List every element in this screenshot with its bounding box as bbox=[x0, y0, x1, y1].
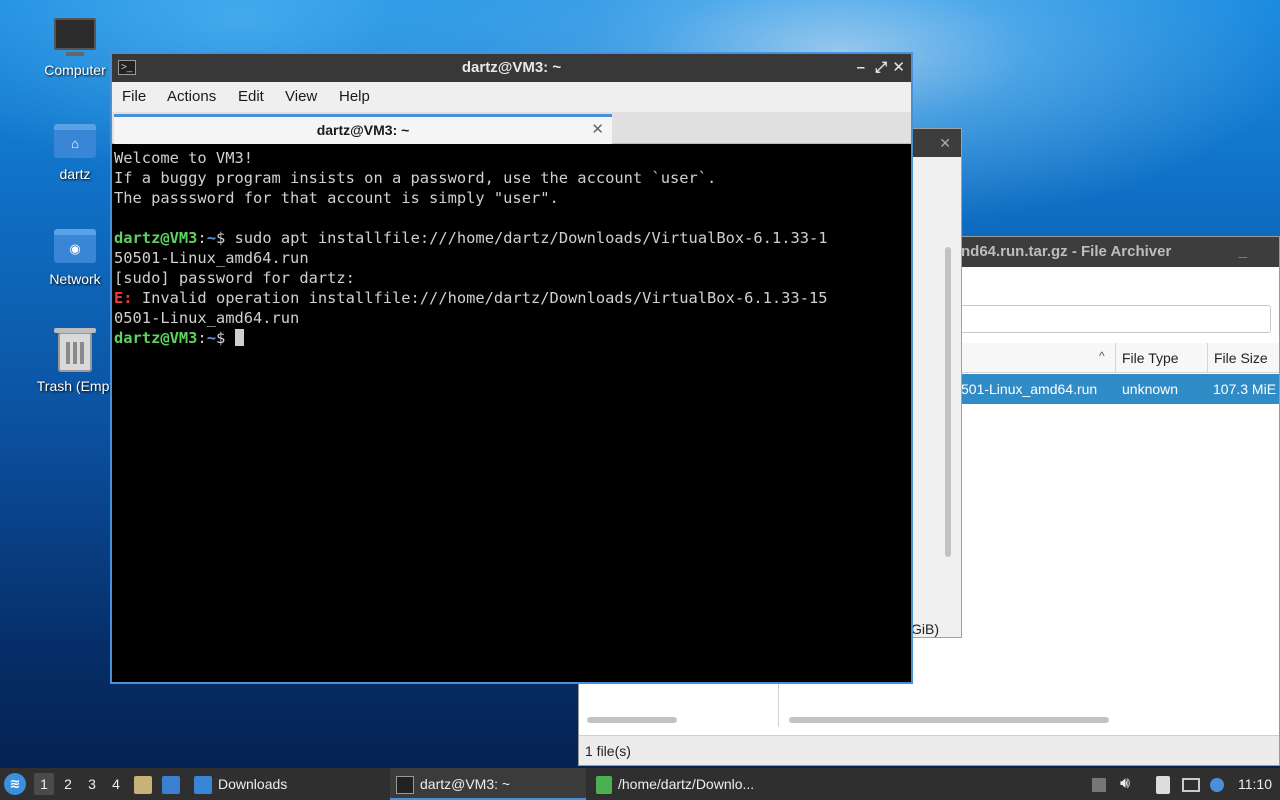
sidebar-scrollbar[interactable] bbox=[587, 717, 677, 723]
workspace-1[interactable]: 1 bbox=[34, 773, 54, 795]
window-title: dartz@VM3: ~ bbox=[461, 59, 562, 76]
window-titlebar[interactable]: ✕ bbox=[911, 129, 961, 157]
prompt-dollar: $ bbox=[215, 229, 226, 247]
terminal-line: Welcome to VM3! bbox=[114, 149, 253, 167]
menu-file[interactable]: File bbox=[122, 82, 146, 112]
terminal-prompt-line[interactable]: dartz@VM3:~$ bbox=[114, 328, 909, 348]
close-icon[interactable]: ✕ bbox=[892, 54, 905, 82]
archive-icon bbox=[596, 776, 612, 795]
computer-icon bbox=[54, 18, 96, 56]
text-cursor bbox=[234, 329, 244, 346]
volume-icon[interactable]: 🔊︎ bbox=[1120, 768, 1130, 800]
folder-icon bbox=[194, 776, 212, 795]
window-title: nd64.run.tar.gz - File Archiver bbox=[961, 243, 1172, 260]
desktop-icon-label: Trash (Empt bbox=[36, 378, 114, 394]
location-field[interactable] bbox=[953, 305, 1271, 333]
partial-text: GiB) bbox=[911, 621, 939, 637]
clock[interactable]: 11:10 bbox=[1238, 768, 1272, 800]
terminal-app-icon[interactable]: >_ bbox=[118, 60, 136, 75]
horizontal-scrollbar[interactable] bbox=[789, 717, 1109, 723]
desktop-icon-label: Computer bbox=[44, 62, 106, 78]
task-label: dartz@VM3: ~ bbox=[420, 776, 511, 792]
minimize-icon[interactable]: – bbox=[857, 54, 865, 82]
prompt-separator: : bbox=[197, 229, 207, 247]
error-message: Invalid operation installfile:///home/da… bbox=[132, 289, 828, 307]
vertical-scrollbar[interactable] bbox=[945, 247, 951, 557]
network-tray-icon[interactable] bbox=[1182, 768, 1206, 800]
task-label: Downloads bbox=[218, 776, 288, 792]
file-row[interactable]: 501-Linux_amd64.run unknown 107.3 MiE bbox=[961, 374, 1279, 404]
task-downloads[interactable]: Downloads bbox=[194, 768, 384, 800]
workspace-2[interactable]: 2 bbox=[58, 773, 78, 795]
prompt-path: ~ bbox=[206, 329, 216, 347]
desktop-icon-home[interactable]: ⌂ dartz bbox=[27, 124, 123, 182]
show-desktop-launcher[interactable] bbox=[162, 768, 186, 800]
file-type: unknown bbox=[1122, 381, 1179, 397]
prompt-dollar: $ bbox=[215, 329, 226, 347]
trash-icon bbox=[54, 328, 96, 372]
file-manager-launcher[interactable] bbox=[134, 768, 158, 800]
file-cabinet-icon bbox=[134, 776, 152, 795]
prompt-separator: : bbox=[197, 329, 207, 347]
background-dialog-window[interactable]: ✕ GiB) bbox=[910, 128, 962, 638]
workspace-4[interactable]: 4 bbox=[106, 773, 126, 795]
maximize-icon[interactable]: ⤢ bbox=[875, 54, 887, 82]
close-icon: ✕ bbox=[939, 135, 951, 151]
minimize-icon[interactable]: _ bbox=[1239, 237, 1247, 267]
terminal-line: 50501-Linux_amd64.run bbox=[114, 249, 309, 267]
window-titlebar[interactable]: >_ dartz@VM3: ~ – ⤢ ✕ bbox=[112, 54, 911, 82]
column-file-type[interactable]: File Type bbox=[1115, 343, 1207, 373]
terminal-output[interactable]: Welcome to VM3! If a buggy program insist… bbox=[114, 146, 909, 680]
prompt-user: dartz@VM3 bbox=[114, 229, 198, 247]
terminal-window[interactable]: >_ dartz@VM3: ~ – ⤢ ✕ File Actions Edit … bbox=[110, 52, 913, 684]
workspace-3[interactable]: 3 bbox=[82, 773, 102, 795]
app-menu-icon[interactable]: ≋ bbox=[4, 773, 26, 795]
network-folder-icon: ◉ bbox=[54, 229, 96, 263]
tab-label: dartz@VM3: ~ bbox=[316, 122, 410, 138]
task-terminal[interactable]: dartz@VM3: ~ bbox=[390, 768, 586, 800]
prompt-user: dartz@VM3 bbox=[114, 329, 198, 347]
desktop-icon-computer[interactable]: Computer bbox=[27, 18, 123, 78]
eject-tray-icon[interactable] bbox=[1092, 768, 1112, 800]
notification-icon[interactable] bbox=[1210, 768, 1230, 800]
desktop-icon-trash[interactable]: Trash (Empt bbox=[27, 328, 123, 394]
home-folder-icon: ⌂ bbox=[54, 124, 96, 158]
terminal-line: 0501-Linux_amd64.run bbox=[114, 309, 300, 327]
desktop-icon-label: Network bbox=[49, 271, 101, 287]
tab-close-icon[interactable]: ✕ bbox=[591, 117, 604, 143]
menu-actions[interactable]: Actions bbox=[167, 82, 216, 112]
task-archiver[interactable]: /home/dartz/Downlo... bbox=[596, 768, 796, 800]
file-list-header: ^ File Type File Size bbox=[961, 343, 1279, 373]
terminal-icon bbox=[396, 776, 414, 795]
desktop-icon-label: dartz bbox=[59, 166, 91, 182]
sort-arrow-icon[interactable]: ^ bbox=[1099, 349, 1105, 363]
file-size: 107.3 MiE bbox=[1213, 381, 1277, 397]
terminal-line: If a buggy program insists on a password… bbox=[114, 169, 717, 187]
menu-help[interactable]: Help bbox=[339, 82, 370, 112]
column-file-size[interactable]: File Size bbox=[1207, 343, 1280, 373]
file-name: 501-Linux_amd64.run bbox=[961, 381, 1098, 397]
error-tag: E: bbox=[114, 289, 133, 307]
desktop-icon-network[interactable]: ◉ Network bbox=[27, 229, 123, 287]
menu-bar: File Actions Edit View Help bbox=[112, 82, 911, 112]
menu-edit[interactable]: Edit bbox=[238, 82, 264, 112]
terminal-tab[interactable]: dartz@VM3: ~ ✕ bbox=[114, 114, 612, 144]
terminal-line: The passsword for that account is simply… bbox=[114, 189, 559, 207]
status-bar: 1 file(s) bbox=[579, 735, 1279, 765]
command-text: sudo apt installfile:///home/dartz/Downl… bbox=[225, 229, 828, 247]
prompt-path: ~ bbox=[206, 229, 216, 247]
clipboard-icon[interactable] bbox=[1156, 768, 1176, 800]
terminal-error-line: E: Invalid operation installfile:///home… bbox=[114, 288, 909, 308]
terminal-line: [sudo] password for dartz: bbox=[114, 269, 355, 287]
terminal-command-line: dartz@VM3:~$ sudo apt installfile:///hom… bbox=[114, 228, 909, 248]
taskbar: ≋ 1 2 3 4 Downloads dartz@VM3: ~ /home/d… bbox=[0, 768, 1280, 800]
task-label: /home/dartz/Downlo... bbox=[618, 776, 755, 792]
menu-view[interactable]: View bbox=[285, 82, 317, 112]
tab-bar: dartz@VM3: ~ ✕ bbox=[112, 112, 911, 144]
desktop-icon bbox=[162, 776, 180, 795]
